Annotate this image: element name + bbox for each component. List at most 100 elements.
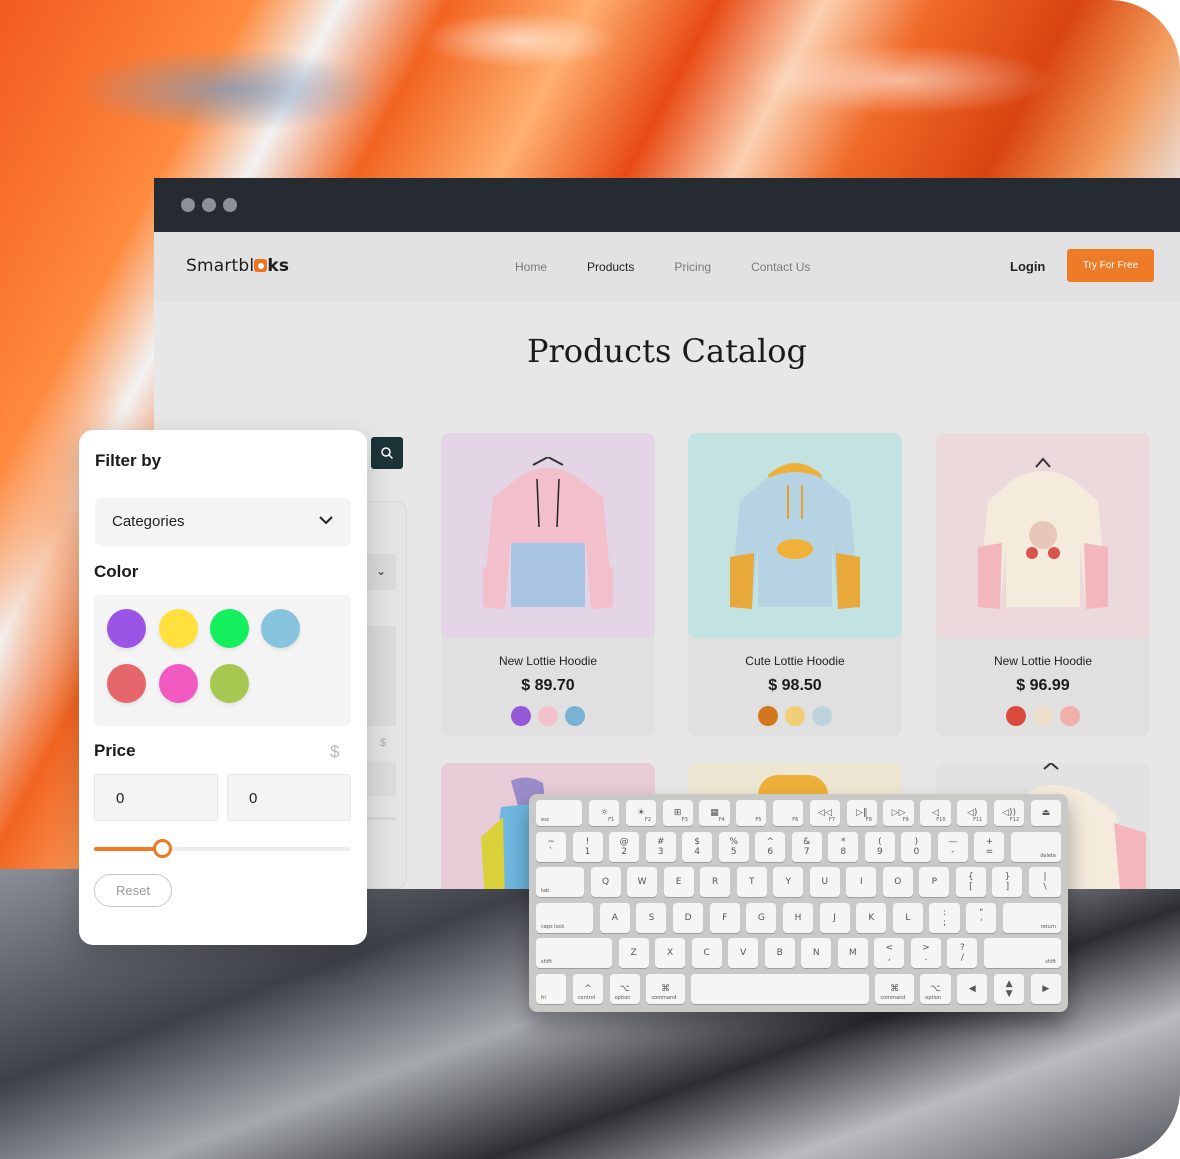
reset-button[interactable]: Reset [94, 874, 172, 907]
filter-panel: Filter by Categories Color Price $ 0 0 R… [79, 430, 367, 945]
keyboard-key: J [819, 902, 850, 933]
nav-contact-us[interactable]: Contact Us [751, 260, 810, 274]
search-icon [381, 447, 394, 460]
keyboard-key: M [837, 938, 868, 968]
keyboard-key: L [892, 902, 923, 933]
keyboard-key: F [709, 902, 740, 933]
nav-home[interactable]: Home [515, 260, 547, 274]
swatch[interactable] [785, 706, 805, 726]
color-option-olive[interactable] [210, 664, 249, 703]
window-minimize-dot[interactable] [202, 198, 216, 212]
keyboard-key: ~ ` [536, 831, 567, 862]
color-option-red[interactable] [107, 664, 146, 703]
keyboard-key [691, 973, 869, 1004]
keyboard-key: X [655, 938, 686, 968]
keyboard-key: — - [937, 831, 968, 862]
keyboard-key: ▷‖ F8 [846, 800, 877, 826]
swatch[interactable] [1006, 706, 1026, 726]
product-image [441, 433, 655, 638]
keyboard-key: U [809, 867, 840, 897]
window-close-dot[interactable] [181, 198, 195, 212]
keyboard-key: A [599, 902, 630, 933]
keyboard-key: Y [773, 867, 804, 897]
product-color-swatches [441, 706, 655, 726]
nav-pricing[interactable]: Pricing [674, 260, 711, 274]
keyboard-key: " ' [966, 902, 997, 933]
keyboard-key: G [746, 902, 777, 933]
color-option-yellow[interactable] [159, 609, 198, 648]
swatch[interactable] [565, 706, 585, 726]
keyboard-key: H [782, 902, 814, 933]
keyboard-key: ▦ F4 [699, 800, 730, 826]
keyboard-key: delete [1010, 831, 1061, 862]
window-maximize-dot[interactable] [223, 198, 237, 212]
keyboard-key: : ; [929, 902, 960, 933]
color-option-green[interactable] [210, 609, 249, 648]
keyboard-key: ) 0 [901, 831, 932, 862]
keyboard-key: ◁) F11 [957, 800, 988, 826]
keyboard-key: ⏏ [1030, 800, 1061, 826]
keyboard-key: ☀ F2 [625, 800, 657, 826]
swatch[interactable] [1033, 706, 1053, 726]
product-name: New Lottie Hoodie [498, 654, 598, 668]
product-card[interactable]: New Lottie Hoodie $ 96.99 [936, 433, 1150, 736]
keyboard-key: + = [974, 831, 1005, 862]
categories-dropdown[interactable]: Categories [95, 498, 351, 546]
keyboard-key: K [856, 902, 887, 933]
swatch[interactable] [511, 706, 531, 726]
color-option-pink[interactable] [159, 664, 198, 703]
product-card[interactable]: New Lottie Hoodie $ 89.70 [441, 433, 655, 736]
product-card[interactable]: Cute Lottie Hoodie $ 98.50 [688, 433, 902, 736]
color-heading: Color [94, 562, 139, 581]
login-link[interactable]: Login [1010, 259, 1045, 274]
price-min-input[interactable]: 0 [94, 774, 218, 821]
nav-products[interactable]: Products [587, 260, 634, 274]
keyboard-key: $ 4 [682, 831, 713, 862]
keyboard-key: ? / [947, 938, 978, 968]
keyboard-key: > . [910, 938, 941, 968]
color-option-lightblue[interactable] [261, 609, 300, 648]
try-for-free-button[interactable]: Try For Free [1067, 249, 1154, 282]
keyboard-key: V [728, 938, 759, 968]
price-slider-handle[interactable] [153, 839, 173, 858]
keyboard-key: ▷▷ F9 [883, 800, 914, 826]
keyboard-key: P [919, 867, 950, 897]
swatch[interactable] [812, 706, 832, 726]
keyboard-key: R [700, 867, 731, 897]
keyboard-key: } ] [992, 867, 1023, 897]
keyboard-key: D [673, 902, 704, 933]
search-button[interactable] [371, 437, 403, 469]
swatch[interactable] [758, 706, 778, 726]
product-price: $ 96.99 [1016, 677, 1070, 694]
product-image [936, 433, 1150, 638]
price-max-input[interactable]: 0 [227, 774, 351, 821]
keyboard-key: ⌘ command [875, 973, 914, 1004]
chevron-down-icon: ⌄ [376, 564, 387, 578]
keyboard-key: ⌥ option [920, 973, 951, 1004]
site-navbar: Smartbl ks Home Products Pricing Contact … [154, 232, 1180, 302]
color-options [94, 595, 351, 726]
keyboard-key: fn [536, 973, 567, 1004]
price-slider[interactable] [94, 839, 351, 858]
keyboard-key: tab [536, 867, 585, 897]
categories-label: Categories [112, 513, 185, 530]
keyboard-key: { [ [955, 867, 986, 897]
swatch[interactable] [538, 706, 558, 726]
keyboard-key: ^ control [572, 973, 604, 1004]
keyboard-key: ^ 6 [755, 831, 786, 862]
logo-mark-icon [254, 259, 268, 272]
keyboard-key: ⌥ option [609, 973, 640, 1004]
keyboard-key: ◀ [957, 973, 988, 1004]
product-name: Cute Lottie Hoodie [745, 654, 845, 668]
product-price: $ 98.50 [768, 677, 822, 694]
hoodie-image-icon [483, 457, 613, 609]
keyboard-key: shift [983, 938, 1061, 968]
keyboard-key: Z [618, 938, 649, 968]
product-image [688, 433, 902, 638]
keyboard-key: * 8 [828, 831, 859, 862]
swatch[interactable] [1060, 706, 1080, 726]
site-logo[interactable]: Smartbl ks [186, 256, 289, 276]
keyboard-key: caps lock [536, 902, 594, 933]
color-option-purple[interactable] [107, 609, 146, 648]
keyboard-key: W [627, 867, 658, 897]
